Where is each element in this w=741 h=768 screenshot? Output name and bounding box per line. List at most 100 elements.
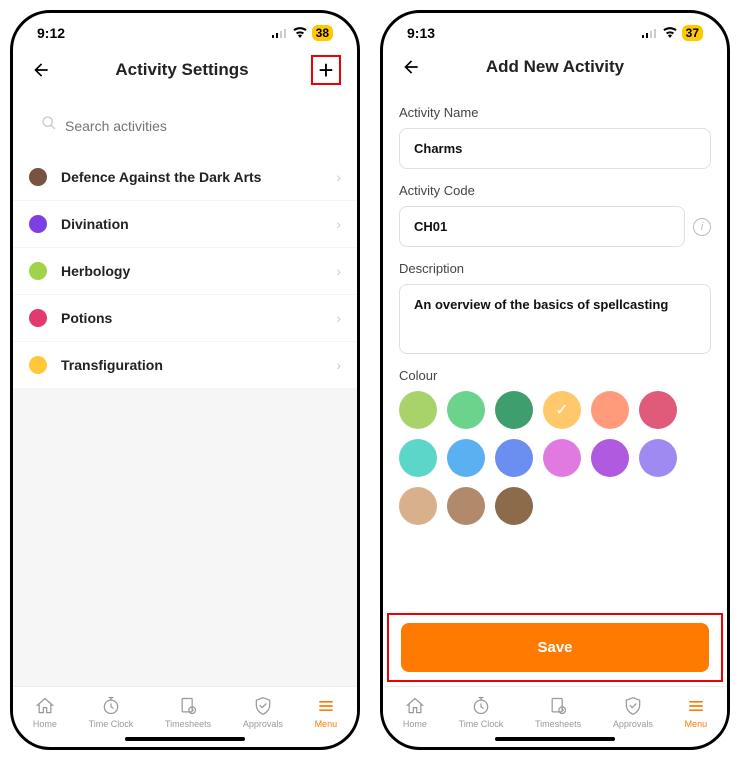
page-title: Activity Settings <box>53 60 311 80</box>
add-button[interactable]: + <box>311 55 341 85</box>
activity-code-input[interactable] <box>399 206 685 247</box>
header: Add New Activity <box>383 47 727 91</box>
phone-add-activity: 9:13 37 Add New Activity Activity Name A… <box>380 10 730 750</box>
colour-option[interactable] <box>639 391 677 429</box>
colour-option[interactable] <box>399 439 437 477</box>
nav-label: Approvals <box>613 719 653 729</box>
nav-label: Timesheets <box>535 719 581 729</box>
signal-icon <box>272 28 288 38</box>
nav-icon <box>34 695 56 717</box>
wifi-icon <box>292 25 308 41</box>
colour-option[interactable] <box>495 439 533 477</box>
status-right: 38 <box>272 25 333 41</box>
nav-label: Menu <box>315 719 338 729</box>
colour-option[interactable] <box>495 487 533 525</box>
chevron-right-icon: › <box>336 310 341 326</box>
label-desc: Description <box>399 261 711 276</box>
label-code: Activity Code <box>399 183 711 198</box>
wifi-icon <box>662 25 678 41</box>
nav-icon <box>315 695 337 717</box>
activity-name-input[interactable] <box>399 128 711 169</box>
battery-icon: 38 <box>312 25 333 41</box>
nav-menu[interactable]: Menu <box>685 695 708 729</box>
activity-label: Herbology <box>61 263 336 279</box>
search-icon <box>41 115 57 136</box>
activity-row[interactable]: Divination › <box>13 201 357 248</box>
activity-label: Defence Against the Dark Arts <box>61 169 336 185</box>
label-name: Activity Name <box>399 105 711 120</box>
colour-option[interactable] <box>399 487 437 525</box>
form-body: Activity Name Activity Code i Descriptio… <box>383 91 727 613</box>
header: Activity Settings + <box>13 47 357 97</box>
activities-list: Defence Against the Dark Arts › Divinati… <box>13 154 357 389</box>
back-button[interactable] <box>29 58 53 82</box>
nav-label: Menu <box>685 719 708 729</box>
label-colour: Colour <box>399 368 711 383</box>
colour-option[interactable] <box>591 391 629 429</box>
nav-label: Home <box>33 719 57 729</box>
nav-home[interactable]: Home <box>33 695 57 729</box>
chevron-right-icon: › <box>336 263 341 279</box>
activity-row[interactable]: Potions › <box>13 295 357 342</box>
nav-icon <box>252 695 274 717</box>
colour-option[interactable] <box>399 391 437 429</box>
colour-option[interactable] <box>639 439 677 477</box>
home-indicator <box>495 737 615 741</box>
status-bar: 9:12 38 <box>13 13 357 47</box>
nav-label: Home <box>403 719 427 729</box>
colour-option[interactable] <box>543 439 581 477</box>
chevron-right-icon: › <box>336 216 341 232</box>
activity-row[interactable]: Herbology › <box>13 248 357 295</box>
colour-option[interactable] <box>495 391 533 429</box>
chevron-right-icon: › <box>336 357 341 373</box>
color-dot <box>29 215 47 233</box>
activity-row[interactable]: Defence Against the Dark Arts › <box>13 154 357 201</box>
nav-icon <box>404 695 426 717</box>
status-time: 9:12 <box>37 25 65 41</box>
nav-label: Time Clock <box>459 719 504 729</box>
chevron-right-icon: › <box>336 169 341 185</box>
nav-approvals[interactable]: Approvals <box>243 695 283 729</box>
nav-time-clock[interactable]: Time Clock <box>89 695 134 729</box>
phone-activity-settings: 9:12 38 Activity Settings + Defence Agai… <box>10 10 360 750</box>
nav-timesheets[interactable]: Timesheets <box>165 695 211 729</box>
colour-option[interactable] <box>447 439 485 477</box>
info-icon[interactable]: i <box>693 218 711 236</box>
color-dot <box>29 309 47 327</box>
activity-row[interactable]: Transfiguration › <box>13 342 357 389</box>
battery-icon: 37 <box>682 25 703 41</box>
nav-menu[interactable]: Menu <box>315 695 338 729</box>
bottom-nav: Home Time Clock Timesheets Approvals Menu <box>13 686 357 733</box>
home-indicator <box>125 737 245 741</box>
search-input[interactable] <box>65 118 329 134</box>
colour-option[interactable] <box>447 391 485 429</box>
color-dot <box>29 262 47 280</box>
colour-palette <box>399 391 711 525</box>
nav-label: Timesheets <box>165 719 211 729</box>
nav-icon <box>470 695 492 717</box>
search-bar[interactable] <box>13 97 357 154</box>
colour-option[interactable] <box>591 439 629 477</box>
page-title: Add New Activity <box>423 57 687 77</box>
nav-icon <box>685 695 707 717</box>
colour-option[interactable] <box>543 391 581 429</box>
spacer <box>13 389 357 686</box>
nav-icon <box>547 695 569 717</box>
activity-label: Divination <box>61 216 336 232</box>
back-button[interactable] <box>399 55 423 79</box>
nav-timesheets[interactable]: Timesheets <box>535 695 581 729</box>
colour-option[interactable] <box>447 487 485 525</box>
description-input[interactable]: An overview of the basics of spellcastin… <box>399 284 711 354</box>
nav-home[interactable]: Home <box>403 695 427 729</box>
signal-icon <box>642 28 658 38</box>
nav-approvals[interactable]: Approvals <box>613 695 653 729</box>
nav-icon <box>177 695 199 717</box>
save-button[interactable]: Save <box>401 623 709 672</box>
nav-time-clock[interactable]: Time Clock <box>459 695 504 729</box>
nav-icon <box>622 695 644 717</box>
nav-label: Time Clock <box>89 719 134 729</box>
nav-icon <box>100 695 122 717</box>
activity-label: Potions <box>61 310 336 326</box>
bottom-nav: Home Time Clock Timesheets Approvals Menu <box>383 686 727 733</box>
save-highlight: Save <box>387 613 723 682</box>
